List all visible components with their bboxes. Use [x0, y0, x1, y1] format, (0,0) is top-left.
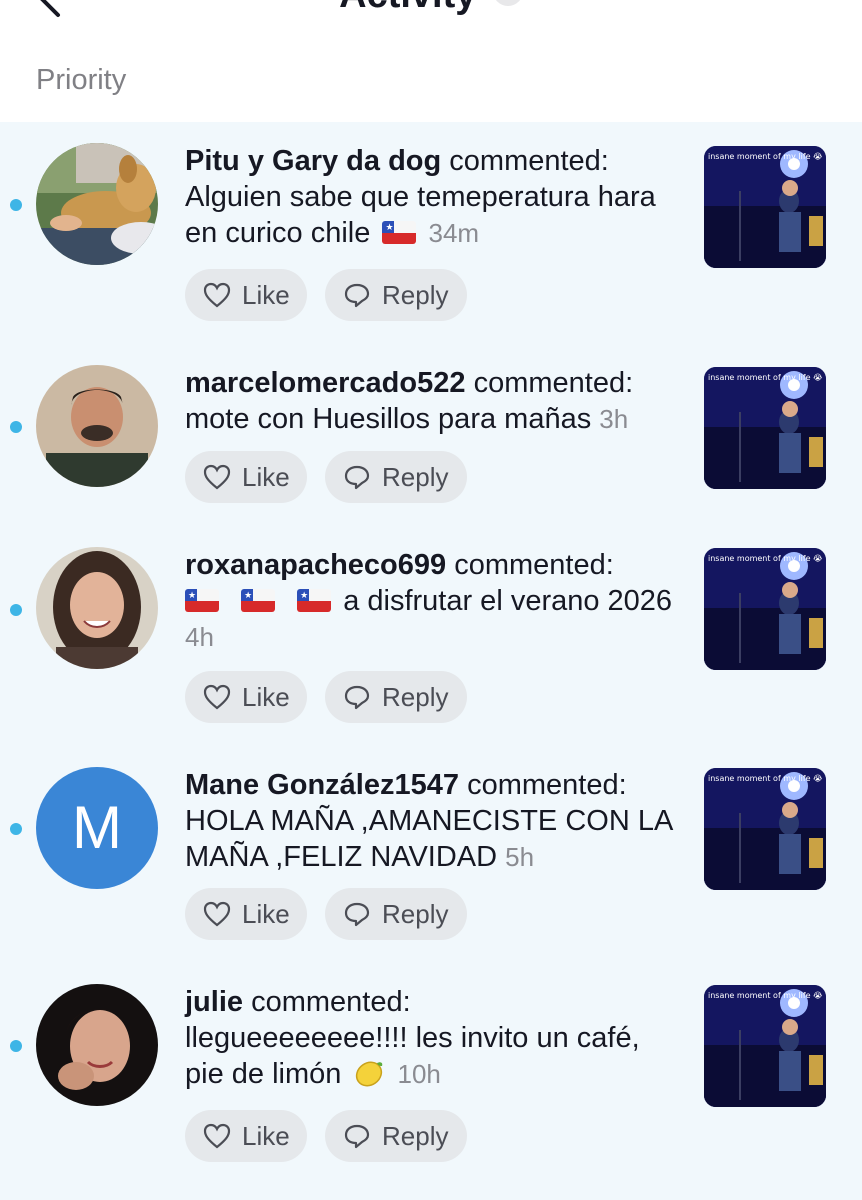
timestamp: 5h [505, 842, 535, 872]
timestamp: 4h [185, 622, 214, 652]
reply-label: Reply [382, 682, 449, 712]
action-text: commented: [251, 986, 411, 1018]
reply-button[interactable]: Reply [325, 1110, 467, 1162]
username[interactable]: marcelomercado522 [185, 367, 466, 399]
chile-flag-icon: ★ [241, 589, 276, 612]
reply-button[interactable]: Reply [325, 888, 467, 940]
unread-dot [10, 823, 22, 835]
avatar[interactable]: M [36, 767, 158, 889]
thumbnail-caption: insane moment of my life 😭 [708, 152, 823, 161]
notification-content: Mane González1547 commented: HOLA MAÑA ,… [185, 767, 675, 875]
section-label-priority: Priority [36, 64, 127, 96]
unread-dot [10, 199, 22, 211]
like-button[interactable]: Like [185, 671, 307, 723]
like-label: Like [242, 899, 290, 929]
reply-label: Reply [382, 1121, 449, 1151]
timestamp: 3h [599, 404, 629, 434]
speech-bubble-icon [344, 465, 370, 490]
thumbnail-caption: insane moment of my life 😭 [708, 554, 823, 563]
like-label: Like [242, 280, 290, 310]
avatar[interactable] [36, 547, 158, 669]
thumbnail-caption: insane moment of my life 😭 [708, 991, 823, 1000]
comment-text: HOLA MAÑA ,AMANECISTE CON LA MAÑA ,FELIZ… [185, 805, 672, 873]
chile-flag-icon: ★ [382, 221, 417, 244]
username[interactable]: julie [185, 986, 243, 1018]
timestamp: 10h [397, 1059, 441, 1089]
speech-bubble-icon [344, 902, 370, 927]
like-button[interactable]: Like [185, 1110, 307, 1162]
notification-content: roxanapacheco699 commented: ★ ★ ★ a disf… [185, 547, 675, 655]
action-text: commented: [449, 145, 609, 177]
avatar[interactable] [36, 143, 158, 265]
like-button[interactable]: Like [185, 269, 307, 321]
thumbnail-caption: insane moment of my life 😭 [708, 774, 823, 783]
heart-outline-icon [203, 1123, 231, 1149]
reply-button[interactable]: Reply [325, 451, 467, 503]
heart-outline-icon [203, 901, 231, 927]
notification-content: marcelomercado522 commented: mote con Hu… [185, 365, 675, 437]
reply-label: Reply [382, 899, 449, 929]
username[interactable]: Pitu y Gary da dog [185, 145, 441, 177]
like-label: Like [242, 682, 290, 712]
timestamp: 34m [428, 218, 480, 248]
like-label: Like [242, 462, 290, 492]
title-wrap: Activity [0, 0, 862, 18]
reply-button[interactable]: Reply [325, 671, 467, 723]
avatar-letter: M [36, 767, 158, 889]
notification-content: julie commented: llegueeeeeeee!!!! les i… [185, 984, 675, 1092]
reply-button[interactable]: Reply [325, 269, 467, 321]
username[interactable]: Mane González1547 [185, 769, 459, 801]
like-button[interactable]: Like [185, 451, 307, 503]
page-title[interactable]: Activity [339, 0, 476, 18]
notification-content: Pitu y Gary da dog commented: Alguien sa… [185, 143, 675, 251]
chile-flag-icon: ★ [185, 589, 219, 612]
username[interactable]: roxanapacheco699 [185, 549, 446, 581]
speech-bubble-icon [344, 685, 370, 710]
speech-bubble-icon [344, 1124, 370, 1149]
reply-label: Reply [382, 280, 449, 310]
unread-dot [10, 421, 22, 433]
thumbnail-caption: insane moment of my life 😭 [708, 373, 823, 382]
activity-feed: Pitu y Gary da dog commented: Alguien sa… [0, 122, 862, 1200]
action-text: commented: [473, 367, 634, 399]
video-thumbnail[interactable]: insane moment of my life 😭 [704, 548, 826, 670]
like-button[interactable]: Like [185, 888, 307, 940]
reply-label: Reply [382, 462, 449, 492]
speech-bubble-icon [344, 283, 370, 308]
heart-outline-icon [203, 282, 231, 308]
lemon-icon [356, 1061, 383, 1087]
avatar[interactable] [36, 984, 158, 1106]
title-dropdown-icon[interactable] [492, 0, 523, 6]
unread-dot [10, 604, 22, 616]
heart-outline-icon [203, 464, 231, 490]
unread-dot [10, 1040, 22, 1052]
comment-text: a disfrutar el verano 2026 [343, 585, 673, 617]
action-text: commented: [467, 769, 627, 801]
comment-text: Alguien sabe que temeperatura hara en cu… [185, 181, 656, 249]
top-bar: Activity [0, 0, 862, 30]
video-thumbnail[interactable]: insane moment of my life 😭 [704, 985, 826, 1107]
video-thumbnail[interactable]: insane moment of my life 😭 [704, 768, 826, 890]
heart-outline-icon [203, 684, 231, 710]
like-label: Like [242, 1121, 290, 1151]
chile-flag-icon: ★ [297, 589, 332, 612]
avatar[interactable] [36, 365, 158, 487]
comment-text: mote con Huesillos para mañas [185, 403, 592, 435]
video-thumbnail[interactable]: insane moment of my life 😭 [704, 367, 826, 489]
action-text: commented: [454, 549, 614, 581]
video-thumbnail[interactable]: insane moment of my life 😭 [704, 146, 826, 268]
